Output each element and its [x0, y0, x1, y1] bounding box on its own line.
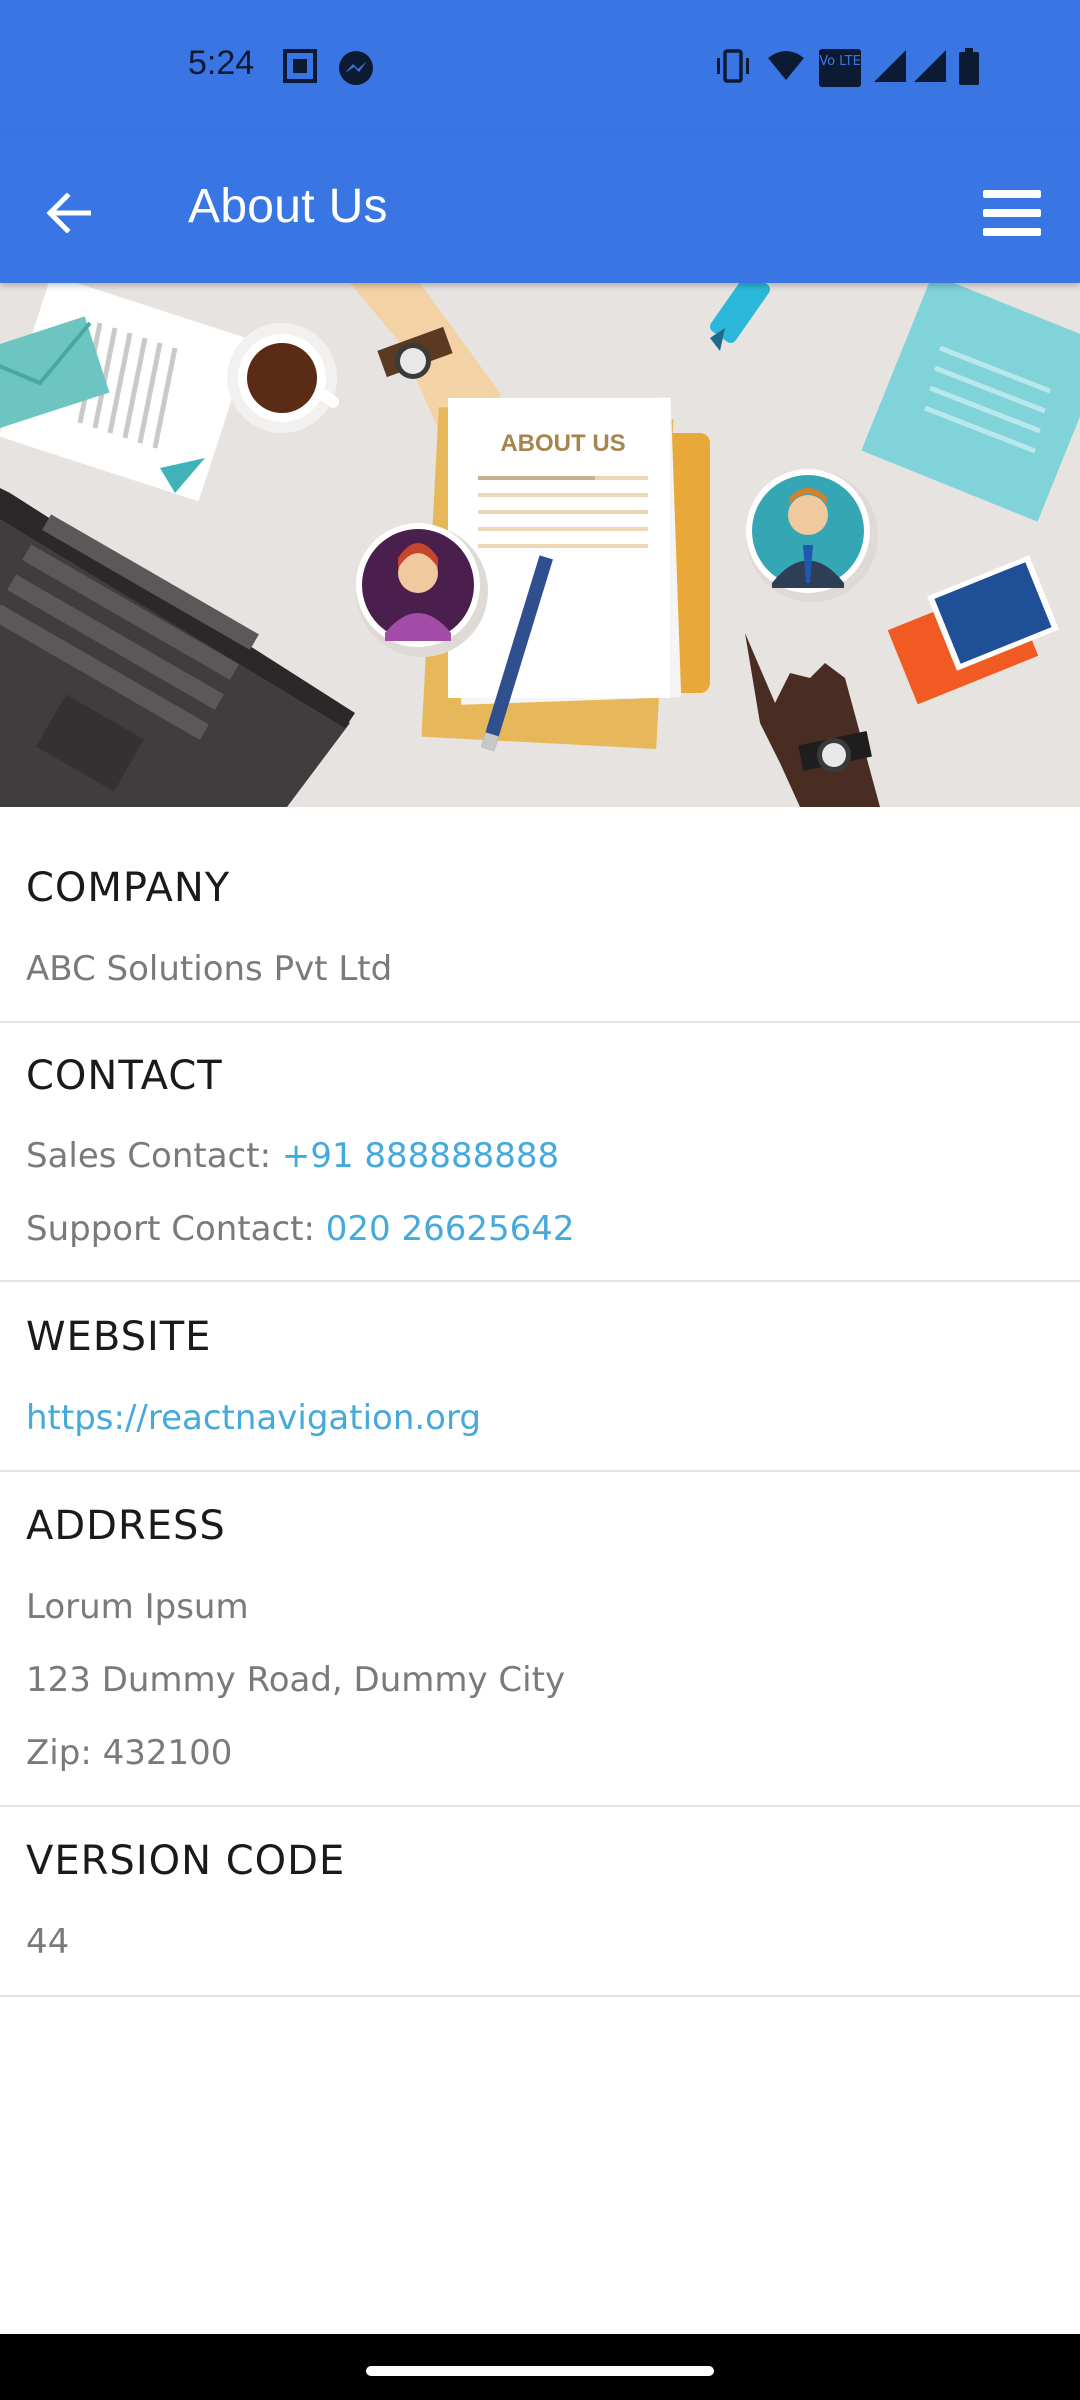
contact-section: CONTACT Sales Contact: +91 888888888 Sup… [0, 1023, 1080, 1282]
address-zip: Zip: 432100 [26, 1733, 233, 1773]
status-bar: 5:24 Vo LTE [0, 0, 1080, 135]
volte-icon: Vo LTE [818, 48, 862, 92]
support-contact-link[interactable]: 020 26625642 [326, 1209, 575, 1249]
website-link[interactable]: https://reactnavigation.org [26, 1398, 481, 1438]
version-section: VERSION CODE 44 [0, 1807, 1080, 1997]
contact-title: CONTACT [26, 1053, 223, 1099]
svg-text:ABOUT US: ABOUT US [500, 430, 625, 457]
support-contact-label: Support Contact: [26, 1209, 326, 1249]
sales-contact-label: Sales Contact: [26, 1136, 282, 1176]
address-section: ADDRESS Lorum Ipsum 123 Dummy Road, Dumm… [0, 1472, 1080, 1807]
hero-illustration: ABOUT US [0, 283, 1080, 807]
hamburger-menu-icon [983, 188, 1041, 242]
wifi-icon [766, 48, 806, 88]
arrow-left-icon [45, 192, 92, 237]
page-title: About Us [188, 180, 388, 233]
messenger-icon [336, 48, 376, 92]
address-line-2: 123 Dummy Road, Dummy City [26, 1660, 566, 1700]
address-title: ADDRESS [26, 1503, 226, 1549]
website-title: WEBSITE [26, 1314, 212, 1360]
sales-contact-link[interactable]: +91 888888888 [282, 1136, 559, 1176]
status-time: 5:24 [188, 44, 255, 82]
menu-button[interactable] [972, 175, 1052, 255]
app-bar: About Us [0, 135, 1080, 283]
version-code: 44 [26, 1922, 70, 1962]
sales-contact-row: Sales Contact: +91 888888888 [26, 1136, 559, 1176]
company-section: COMPANY ABC Solutions Pvt Ltd [0, 807, 1080, 1023]
signal-icon [872, 48, 908, 88]
svg-text:Vo LTE: Vo LTE [819, 54, 861, 69]
screenshot-icon [282, 48, 318, 88]
company-title: COMPANY [26, 865, 231, 911]
avatar-man-icon [746, 469, 878, 602]
home-gesture-handle[interactable] [366, 2366, 714, 2376]
back-button[interactable] [28, 175, 108, 255]
system-nav-bar [0, 2334, 1080, 2400]
vibrate-icon [712, 48, 754, 88]
support-contact-row: Support Contact: 020 26625642 [26, 1209, 575, 1249]
version-title: VERSION CODE [26, 1838, 346, 1884]
signal-icon [912, 48, 948, 88]
battery-icon [958, 48, 980, 90]
website-section: WEBSITE https://reactnavigation.org [0, 1282, 1080, 1472]
address-line-1: Lorum Ipsum [26, 1587, 249, 1627]
company-name: ABC Solutions Pvt Ltd [26, 949, 393, 989]
